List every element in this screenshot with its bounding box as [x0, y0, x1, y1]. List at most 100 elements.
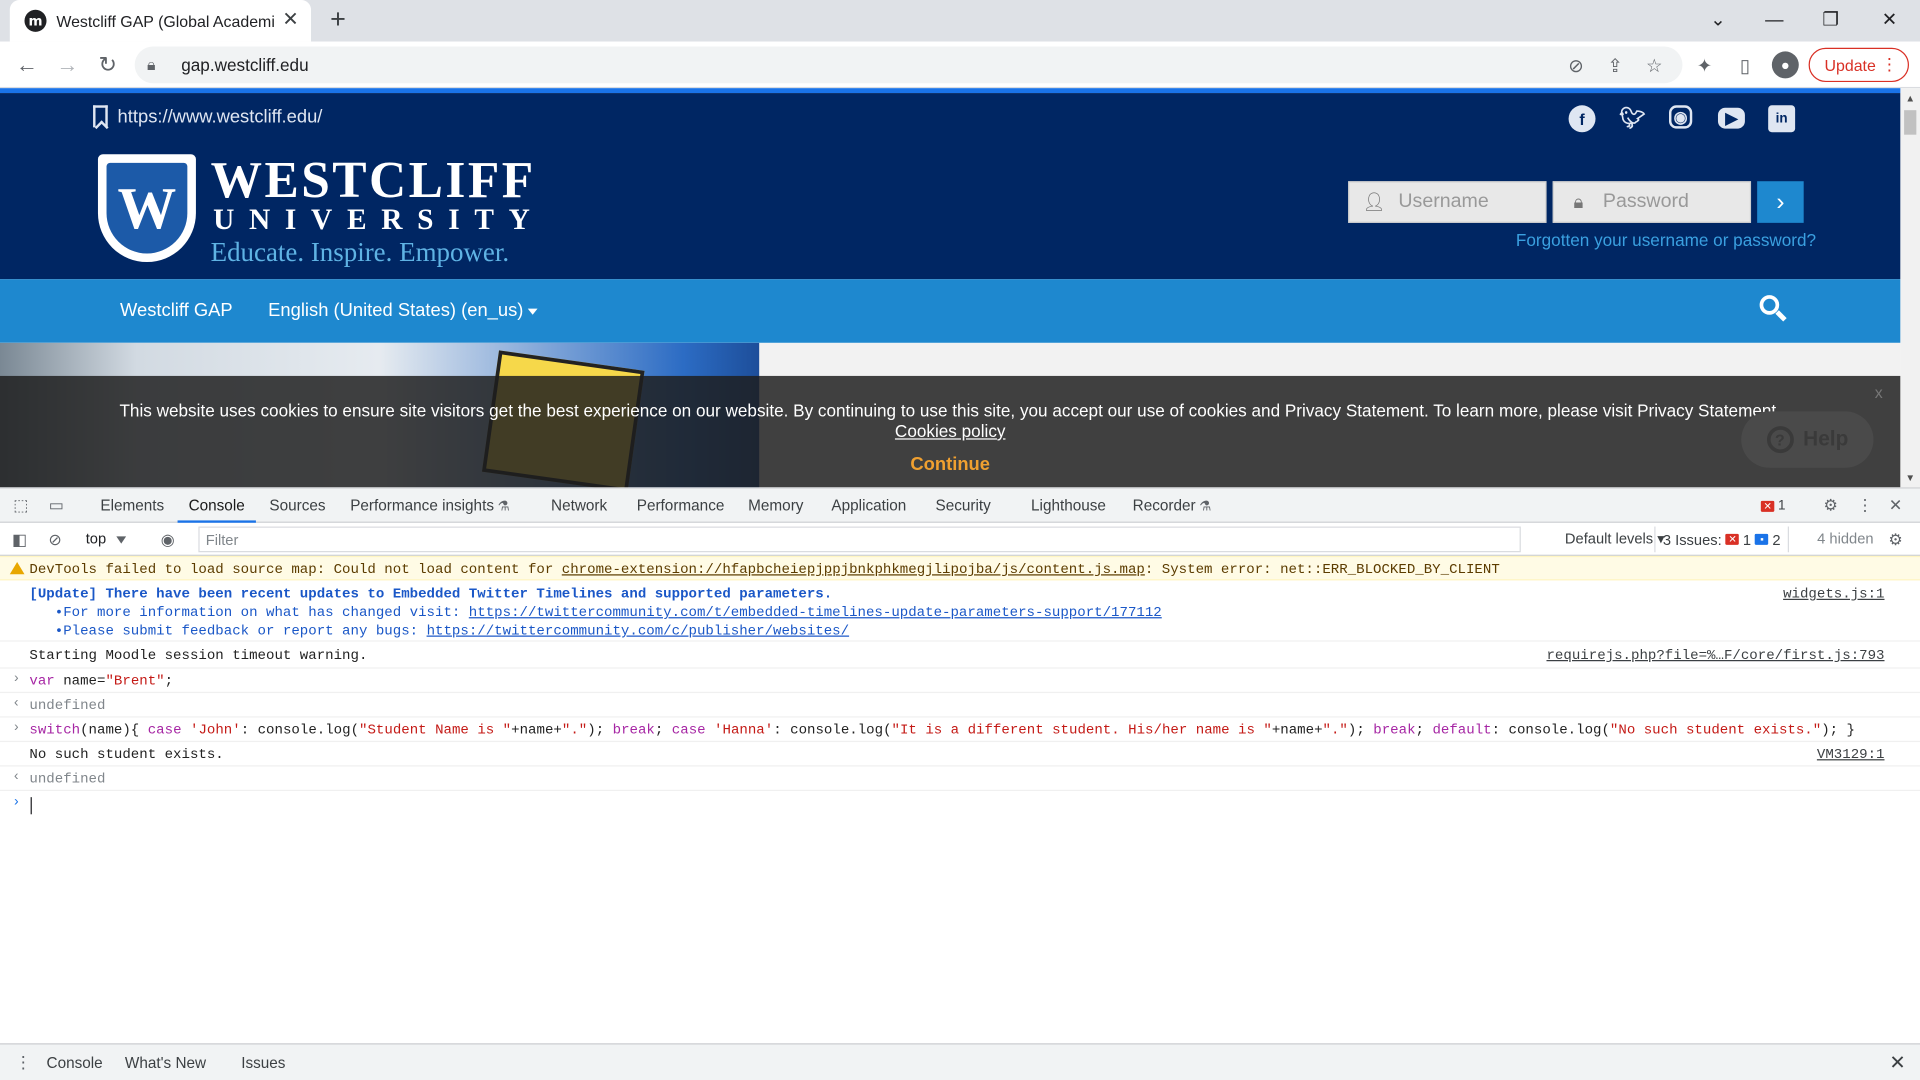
input-code: switch(name){ case 'John': console.log("…	[29, 722, 1855, 738]
minimize-window-icon[interactable]: —	[1746, 0, 1802, 39]
home-url-text[interactable]: https://www.westcliff.edu/	[118, 106, 323, 127]
code-text: (name){	[80, 722, 148, 739]
update-button[interactable]: Update ⋮	[1808, 47, 1909, 83]
tab-close-icon[interactable]: ✕	[282, 10, 298, 31]
tab-sources[interactable]: Sources	[269, 489, 325, 523]
address-bar[interactable]: 🔒︎ gap.westcliff.edu ⊘ ⇪ ☆	[134, 46, 1683, 84]
facebook-icon[interactable]: f	[1568, 105, 1596, 133]
update-link-1[interactable]: https://twittercommunity.com/t/embedded-…	[469, 605, 1162, 621]
cookie-continue-button[interactable]: Continue	[0, 454, 1900, 475]
drawer-tab-console[interactable]: Console	[47, 1054, 103, 1071]
drawer-tab-whats-new[interactable]: What's New	[125, 1054, 206, 1071]
password-input[interactable]	[1602, 191, 1738, 214]
search-icon[interactable]	[1759, 295, 1787, 322]
side-panel-icon[interactable]: ▯	[1731, 53, 1758, 80]
drawer-tab-issues[interactable]: Issues	[241, 1054, 285, 1071]
vm-source-link[interactable]: VM3129:1	[1817, 747, 1885, 763]
tab-network[interactable]: Network	[551, 489, 607, 523]
issues-error-count: 1	[1742, 530, 1752, 548]
close-devtools-icon[interactable]: ✕	[1885, 495, 1907, 517]
tab-performance-insights[interactable]: Performance insights ⚗	[350, 489, 510, 523]
tab-performance[interactable]: Performance	[637, 489, 725, 523]
drawer-menu-icon[interactable]: ⋮	[15, 1052, 32, 1073]
twitter-icon[interactable]: 🐦︎	[1619, 105, 1646, 132]
star-icon[interactable]: ☆	[1643, 55, 1665, 77]
cookie-policy-link[interactable]: Cookies policy	[0, 421, 1900, 441]
url-text[interactable]: gap.westcliff.edu	[181, 55, 308, 75]
back-icon[interactable]: ←	[10, 48, 44, 82]
console-output[interactable]: DevTools failed to load source map: Coul…	[0, 555, 1920, 1043]
tab-search-chevron-icon[interactable]: ⌄	[1690, 0, 1746, 39]
requirejs-source-link[interactable]: requirejs.php?file=%…F/core/first.js:793	[1546, 648, 1884, 664]
tab-application[interactable]: Application	[831, 489, 906, 523]
console-result-row: ‹ undefined	[0, 693, 1920, 718]
settings-gear-icon[interactable]: ⚙	[1820, 495, 1842, 517]
scroll-thumb[interactable]	[1904, 110, 1917, 135]
update-link-2[interactable]: https://twittercommunity.com/c/publisher…	[427, 623, 850, 639]
code-keyword: break	[1373, 722, 1416, 739]
tab-elements[interactable]: Elements	[100, 489, 164, 523]
clear-console-icon[interactable]: ⊘	[44, 529, 66, 551]
widgets-source-link[interactable]: widgets.js:1	[1783, 587, 1884, 603]
instagram-icon[interactable]: ◉	[1668, 105, 1693, 129]
forward-icon[interactable]: →	[50, 48, 84, 82]
scroll-down-icon[interactable]: ▼	[1905, 473, 1915, 484]
live-expression-eye-icon[interactable]: ◉	[157, 529, 179, 551]
eye-off-icon[interactable]: ⊘	[1565, 55, 1587, 77]
password-field[interactable]: 🔒︎	[1552, 181, 1752, 223]
lock-icon[interactable]: 🔒︎	[147, 55, 169, 75]
sidebar-toggle-icon[interactable]: ◧	[9, 529, 31, 551]
console-settings-icon[interactable]: ⚙	[1885, 529, 1907, 551]
browser-tab[interactable]: m Westcliff GAP (Global Academic Pathway…	[9, 0, 312, 42]
issues-button[interactable]: 3 Issues: ✕ 1 ▪ 2	[1654, 526, 1790, 553]
default-levels-dropdown[interactable]: Default levels ▾	[1565, 530, 1665, 547]
source-map-link[interactable]: chrome-extension://hfapbcheiepjppjbnkphk…	[562, 562, 1145, 578]
profile-icon[interactable]: ●	[1771, 51, 1799, 79]
youtube-icon[interactable]: ▶	[1717, 107, 1745, 129]
tab-memory[interactable]: Memory	[748, 489, 803, 523]
new-tab-icon[interactable]: +	[323, 6, 352, 34]
share-icon[interactable]: ⇪	[1604, 55, 1626, 77]
help-button[interactable]: ? Help	[1741, 411, 1874, 468]
tab-lighthouse[interactable]: Lighthouse	[1031, 489, 1106, 523]
login-submit-button[interactable]: ›	[1757, 181, 1804, 223]
cookie-close-icon[interactable]: x	[1875, 383, 1883, 401]
inspect-element-icon[interactable]: ⬚	[10, 495, 32, 517]
logo-shield-icon[interactable]: W	[97, 154, 196, 263]
home-url-link[interactable]: https://www.westcliff.edu/	[93, 105, 323, 128]
device-toolbar-icon[interactable]: ▭	[45, 495, 67, 517]
code-text: : console.log(	[240, 722, 360, 739]
tab-security[interactable]: Security	[936, 489, 991, 523]
close-drawer-icon[interactable]: ✕	[1889, 1051, 1905, 1075]
code-text: );	[587, 722, 613, 739]
code-string: "Brent"	[105, 673, 165, 690]
tab-console[interactable]: Console	[177, 489, 256, 523]
puzzle-icon[interactable]: ✦	[1691, 53, 1718, 80]
padlock-icon: 🔒︎	[1573, 191, 1584, 213]
forgot-password-link[interactable]: Forgotten your username or password?	[1516, 230, 1816, 250]
username-field[interactable]: 👤︎	[1348, 181, 1547, 223]
code-keyword: default	[1432, 722, 1492, 739]
console-input-row: › switch(name){ case 'John': console.log…	[0, 718, 1920, 743]
context-selector[interactable]: top	[86, 530, 126, 547]
cookie-policy-label[interactable]: Cookies policy	[895, 421, 1006, 441]
devtools-menu-icon[interactable]: ⋮	[1854, 495, 1876, 517]
nav-home-link[interactable]: Westcliff GAP	[120, 300, 233, 321]
result-arrow-icon: ‹	[12, 696, 21, 712]
code-string: 'Hanna'	[714, 722, 774, 739]
kebab-menu-icon[interactable]: ⋮	[1881, 54, 1898, 75]
logo-name[interactable]: WESTCLIFF	[211, 154, 536, 208]
reload-icon[interactable]: ↻	[91, 48, 125, 82]
tab-recorder[interactable]: Recorder ⚗	[1133, 489, 1212, 523]
page-scrollbar[interactable]: ▲ ▼	[1900, 88, 1920, 488]
linkedin-icon[interactable]: in	[1768, 105, 1796, 133]
restore-window-icon[interactable]: ❐	[1802, 0, 1858, 39]
error-count-badge[interactable]: ✕ 1	[1760, 496, 1785, 516]
console-prompt[interactable]: ›	[0, 791, 1920, 818]
cookie-continue-label[interactable]: Continue	[910, 454, 990, 475]
scroll-up-icon[interactable]: ▲	[1905, 93, 1915, 104]
username-input[interactable]	[1398, 191, 1534, 214]
close-window-icon[interactable]: ✕	[1861, 0, 1917, 39]
filter-input[interactable]	[198, 526, 1521, 553]
language-menu[interactable]: English (United States) (en_us)	[268, 300, 539, 321]
